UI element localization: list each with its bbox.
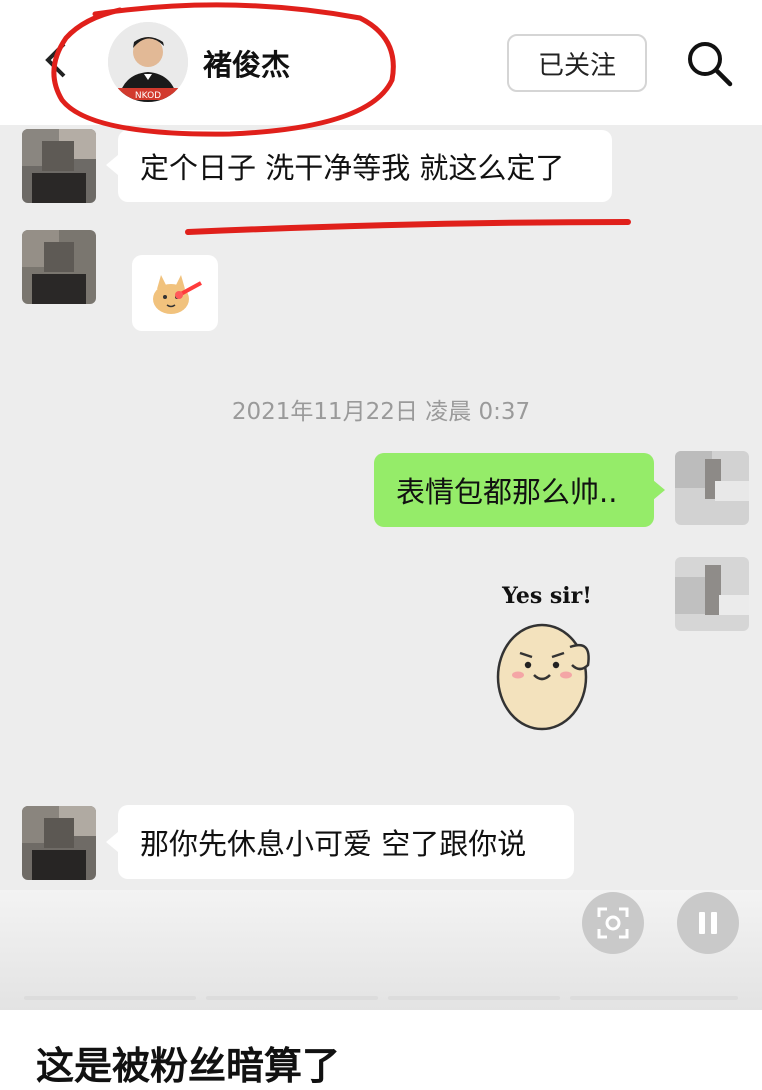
progress-segment [388,996,560,1000]
progress-segment [570,996,738,1000]
red-annotation-overlay [51,2,631,235]
post-caption: 这是被粉丝暗算了 [36,1044,341,1088]
bubble-tail [653,480,665,500]
sticker-message[interactable] [132,255,218,331]
scan-icon [597,907,629,939]
sender-avatar[interactable] [22,806,96,880]
pause-icon [699,912,717,934]
sender-avatar[interactable] [22,230,96,304]
message-bubble[interactable]: 那你先休息小可爱 空了跟你说 [118,805,574,879]
pause-button[interactable] [677,892,739,954]
message-text: 表情包都那么帅.. [396,475,618,509]
sticker-message[interactable]: Yes sir! [482,573,612,733]
progress-segment [206,996,378,1000]
potato-salute-sticker-icon [496,623,590,731]
progress-segment [24,996,196,1000]
my-avatar[interactable] [675,451,749,525]
timestamp: 2021年11月22日 凌晨 0:37 [231,399,531,425]
video-controls [0,890,762,1010]
sticker-caption: Yes sir! [502,583,592,609]
dog-face-sticker-icon [153,275,202,314]
bubble-tail [106,832,118,852]
my-avatar[interactable] [675,557,749,631]
scan-button[interactable] [582,892,644,954]
message-text: 那你先休息小可爱 空了跟你说 [140,827,527,861]
sent-message-bubble[interactable]: 表情包都那么帅.. [374,453,654,527]
